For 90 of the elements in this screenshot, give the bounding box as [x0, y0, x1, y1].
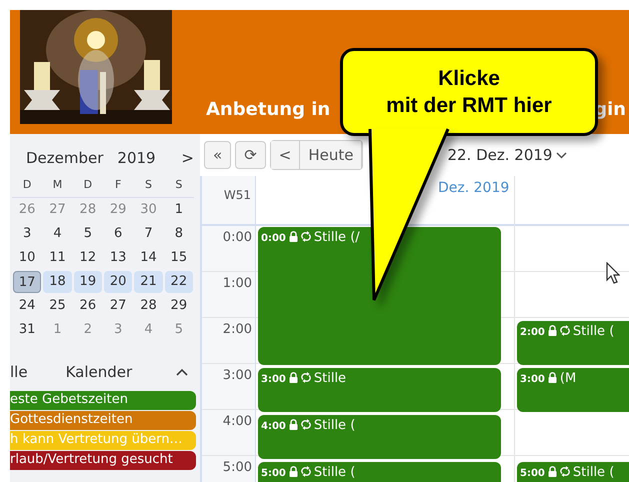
- lock-icon: [288, 419, 298, 430]
- month-label: Dezember: [26, 148, 104, 169]
- hour-label: 0:00: [202, 226, 255, 272]
- toolbar-button[interactable]: ⟳: [235, 141, 266, 169]
- calendar-day[interactable]: 4: [43, 223, 72, 245]
- next-month-button[interactable]: >: [181, 146, 194, 170]
- repeat-icon: [560, 466, 570, 477]
- lock-icon: [548, 325, 557, 336]
- calendar-tag[interactable]: rlaub/Vertretung gesucht: [10, 451, 196, 470]
- event-time: 0:00: [261, 232, 286, 246]
- calendar-day[interactable]: 17: [13, 271, 42, 293]
- event-time: 5:00: [520, 467, 545, 481]
- calendar-day[interactable]: 10: [13, 247, 42, 269]
- select-all-link[interactable]: lle: [10, 360, 28, 384]
- calendar-day[interactable]: 1: [164, 199, 193, 221]
- event-block[interactable]: 5:00 Stille (: [517, 462, 629, 482]
- hour-label: 1:00: [202, 272, 255, 318]
- calendar-day[interactable]: 29: [164, 295, 193, 317]
- event-title: Stille (: [572, 323, 614, 341]
- section-title: Kalender: [66, 362, 132, 383]
- year-label: 2019: [117, 148, 156, 169]
- calendar-day[interactable]: 15: [164, 247, 193, 269]
- calendar-day[interactable]: 7: [134, 223, 163, 245]
- calendar-day[interactable]: 6: [104, 223, 132, 245]
- page-title: Anbetung in: [206, 98, 330, 122]
- calendar-day[interactable]: 31: [13, 319, 42, 341]
- callout-text: mit der RMT hier: [386, 93, 552, 119]
- lock-icon: [288, 231, 298, 242]
- lock-icon: [288, 466, 298, 477]
- event-time: 3:00: [261, 373, 286, 387]
- calendar-day[interactable]: 18: [43, 271, 72, 293]
- repeat-icon: [300, 466, 311, 477]
- repeat-icon: [300, 231, 311, 242]
- calendar-day[interactable]: 21: [134, 271, 163, 293]
- calendar-day[interactable]: 8: [164, 223, 193, 245]
- mouse-pointer-icon: [606, 262, 620, 284]
- event-block[interactable]: 5:00 Stille (: [258, 462, 501, 482]
- week-number: W51: [202, 176, 255, 226]
- weekday-label: M: [42, 172, 73, 198]
- repeat-icon: [300, 419, 311, 430]
- hour-label: 2:00: [202, 318, 255, 364]
- collapse-icon[interactable]: [176, 368, 188, 376]
- calendar-day[interactable]: 24: [13, 295, 42, 317]
- weekday-label: S: [133, 172, 164, 198]
- weekday-label: D: [12, 172, 42, 198]
- event-block[interactable]: 4:00 Stille (: [258, 415, 501, 459]
- event-title: (M: [560, 370, 576, 388]
- repeat-icon: [300, 372, 311, 383]
- event-time: 2:00: [520, 326, 545, 340]
- toolbar-button[interactable]: «: [204, 141, 232, 169]
- caret-icon: [556, 152, 568, 158]
- event-title: Stille (/: [314, 229, 360, 247]
- event-title: Stille (: [314, 417, 356, 435]
- event-time: 4:00: [261, 420, 286, 434]
- calendar-day[interactable]: 12: [74, 247, 102, 269]
- hour-label: 5:00: [202, 456, 255, 482]
- calendar-day[interactable]: 14: [134, 247, 163, 269]
- lock-icon: [288, 372, 298, 383]
- calendar-day[interactable]: 5: [74, 223, 102, 245]
- hour-label: 3:00: [202, 364, 255, 410]
- weekday-label: S: [164, 172, 194, 198]
- date-range-dropdown[interactable]: 22. Dez. 2019: [447, 144, 552, 166]
- weekday-label: F: [103, 172, 134, 198]
- event-block[interactable]: 3:00 Stille: [258, 368, 501, 412]
- calendar-day[interactable]: 22: [164, 271, 193, 293]
- calendar-day[interactable]: 26: [74, 295, 102, 317]
- event-title: Stille: [314, 370, 346, 388]
- calendar-day[interactable]: 25: [43, 295, 72, 317]
- calendar-day[interactable]: 27: [104, 295, 132, 317]
- event-title: Stille (: [314, 464, 356, 482]
- hour-label: 4:00: [202, 410, 255, 456]
- event-title: Stille (: [572, 464, 614, 482]
- lock-icon: [548, 372, 557, 383]
- calendar-day[interactable]: 13: [104, 247, 132, 269]
- repeat-icon: [560, 325, 570, 336]
- event-block[interactable]: 2:00 Stille (: [517, 321, 629, 365]
- event-block[interactable]: 0:00 Stille (/: [258, 227, 501, 365]
- callout-text: Klicke: [438, 66, 500, 92]
- calendar-tag[interactable]: este Gebetszeiten: [10, 391, 196, 410]
- event-time: 5:00: [261, 467, 286, 481]
- calendar-day[interactable]: 19: [74, 271, 102, 293]
- weekday-label: D: [72, 172, 103, 198]
- calendar-day[interactable]: 11: [43, 247, 72, 269]
- event-block[interactable]: 3:00 (M: [517, 368, 629, 412]
- calendar-day[interactable]: 20: [104, 271, 132, 293]
- calendar-day[interactable]: 28: [134, 295, 163, 317]
- previous-button[interactable]: <: [270, 141, 300, 169]
- calendar-day[interactable]: 3: [13, 223, 42, 245]
- event-time: 3:00: [520, 373, 545, 387]
- lock-icon: [548, 466, 557, 477]
